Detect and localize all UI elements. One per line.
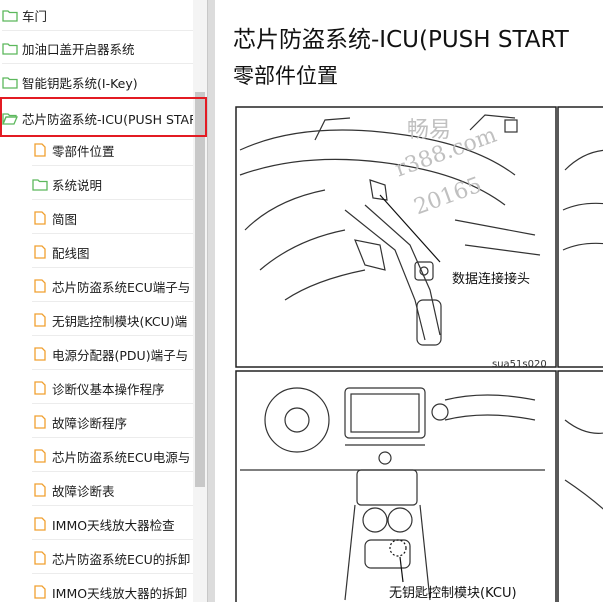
door-partial-drawing [564, 419, 603, 510]
tree-item[interactable]: 配线图 [32, 237, 193, 268]
tree-item-label: 诊断仪基本操作程序 [52, 381, 165, 397]
tree-item[interactable]: IMMO天线放大器检查 [32, 509, 193, 540]
figure-panel-top-right [557, 106, 603, 368]
folder-icon [2, 8, 18, 22]
tree-item-label: 芯片防盗系统ECU的拆卸 [52, 551, 191, 567]
document-icon [32, 585, 48, 599]
folder-icon [2, 75, 18, 89]
figure-panel-top-left [235, 106, 557, 368]
tree-item[interactable]: 芯片防盗系统ECU端子与 [32, 271, 193, 302]
figure-panel-bottom-right [557, 370, 603, 602]
tree-item-label: 系统说明 [52, 177, 103, 193]
tree-item[interactable]: 零部件位置 [32, 135, 193, 166]
tree-item-label: 故障诊断表 [52, 483, 115, 499]
tree-item[interactable]: 智能钥匙系统(I-Key) [2, 67, 193, 98]
document-icon [32, 143, 48, 157]
dashboard-pedal-drawing [239, 114, 541, 346]
tree-item[interactable]: 诊断仪基本操作程序 [32, 373, 193, 404]
tree-item[interactable]: 简图 [32, 203, 193, 234]
callout-data-link-connector: 数据连接接头 [452, 271, 530, 287]
selection-highlight-box [0, 97, 207, 137]
tree-item-label: 芯片防盗系统ECU电源与 [52, 449, 191, 465]
dashboard-partial-drawing [562, 149, 603, 251]
component-location-figure: 数据连接接头 sua51s020 无钥匙控制模块(KCU) [235, 106, 603, 602]
tree-item[interactable]: 故障诊断程序 [32, 407, 193, 438]
folder-icon [2, 41, 18, 55]
document-icon [32, 211, 48, 225]
callout-keyless-control-module: 无钥匙控制模块(KCU) [389, 586, 517, 601]
tree-item[interactable]: 车门 [2, 0, 193, 31]
tree-item-label: 零部件位置 [52, 143, 115, 159]
figure-panel-bottom-left [235, 370, 557, 602]
document-icon [32, 517, 48, 531]
document-icon [32, 449, 48, 463]
tree-item-label: IMMO天线放大器检查 [52, 517, 175, 533]
tree-item-label: 故障诊断程序 [52, 415, 128, 431]
document-pane: 芯片防盗系统-ICU(PUSH START 零部件位置 数据连接接头 sua51… [215, 0, 603, 602]
document-icon [32, 415, 48, 429]
document-icon [32, 245, 48, 259]
tree-item[interactable]: 电源分配器(PDU)端子与 [32, 339, 193, 370]
tree-item[interactable]: 加油口盖开启器系统 [2, 33, 193, 64]
document-icon [32, 279, 48, 293]
navigation-tree: 车门 加油口盖开启器系统 智能钥匙系统(I-Key) 芯片防盗系统-ICU(PUSH … [0, 0, 193, 602]
tree-item-label: 智能钥匙系统(I-Key) [22, 75, 138, 91]
tree-item-label: 车门 [22, 8, 48, 24]
folder-icon [32, 177, 48, 191]
document-icon [32, 381, 48, 395]
center-console-drawing [240, 387, 545, 601]
document-icon [32, 313, 48, 327]
tree-item[interactable]: 无钥匙控制模块(KCU)端 [32, 305, 193, 336]
tree-item-label: 芯片防盗系统ECU端子与 [52, 279, 191, 295]
tree-item[interactable]: 芯片防盗系统ECU的拆卸 [32, 543, 193, 574]
tree-item-label: IMMO天线放大器的拆卸 [52, 585, 188, 601]
kcu-location-marker [389, 539, 407, 557]
tree-item-label: 加油口盖开启器系统 [22, 41, 135, 57]
figure-code: sua51s020 [492, 359, 547, 370]
tree-item[interactable]: 故障诊断表 [32, 475, 193, 506]
callout-leader-bottom [399, 556, 404, 583]
tree-item[interactable]: IMMO天线放大器的拆卸 [32, 577, 193, 602]
document-icon [32, 551, 48, 565]
tree-item[interactable]: 系统说明 [32, 169, 193, 200]
document-icon [32, 347, 48, 361]
tree-item[interactable]: 芯片防盗系统ECU电源与 [32, 441, 193, 472]
tree-scrollbar-thumb[interactable] [195, 92, 205, 487]
document-icon [32, 483, 48, 497]
tree-item-label: 简图 [52, 211, 78, 227]
tree-item-label: 配线图 [52, 245, 90, 261]
tree-item-label: 无钥匙控制模块(KCU)端 [52, 313, 188, 329]
tree-item-label: 电源分配器(PDU)端子与 [52, 347, 189, 363]
